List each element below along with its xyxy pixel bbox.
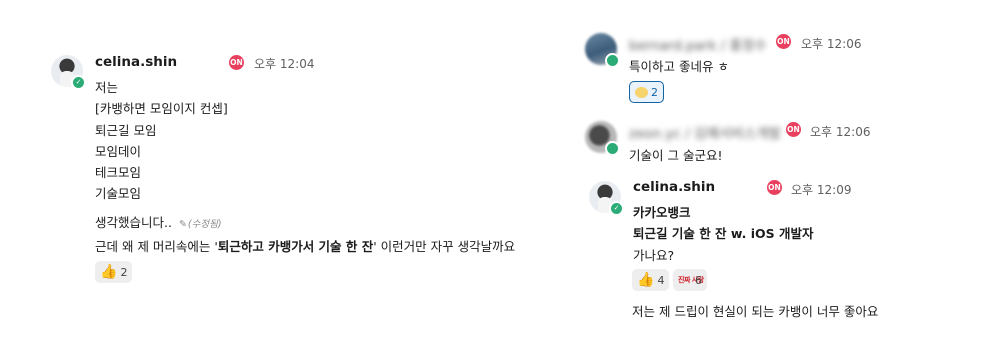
timestamp[interactable]: 오후 12:06 <box>801 35 861 52</box>
message-line-bold: 퇴근길 기술 한 잔 w. iOS 개발자 <box>633 226 814 241</box>
on-status-badge: ON <box>776 34 791 49</box>
message-line: 기술이 그 술군요! <box>629 148 723 163</box>
presence-active-icon: ✓ <box>71 75 86 90</box>
message-line: 가나요? <box>633 248 675 263</box>
thumbs-up-icon: 👍 <box>100 264 118 280</box>
message-line: 모임데이 <box>95 144 142 159</box>
reaction-thumbs-up[interactable]: 👍 4 <box>632 269 670 291</box>
on-status-badge: ON <box>786 122 801 137</box>
edited-label: (수정됨) <box>187 219 222 230</box>
timestamp[interactable]: 오후 12:06 <box>810 123 870 140</box>
sender-name[interactable]: bernard.park / 홍정수 <box>629 34 767 54</box>
sender-name[interactable]: celina.shin <box>633 179 715 195</box>
custom-text-emoji-icon: 진짜 사랑 <box>678 275 704 284</box>
sender-name[interactable]: celina.shin <box>95 54 177 70</box>
reaction-count: 6 <box>695 273 702 287</box>
message-line: 저는 <box>95 80 119 95</box>
reaction-smiley[interactable]: 2 <box>629 81 664 103</box>
message-line: 기술모임 <box>95 186 142 201</box>
sender-name[interactable]: zeon.yc / 김예서비스개발 <box>629 122 781 142</box>
thumbs-up-icon: 👍 <box>637 272 655 288</box>
reaction-count: 2 <box>120 265 128 279</box>
message-text: 근데 왜 제 머리속에는 ' <box>95 239 218 254</box>
message-text: 생각했습니다.. <box>95 215 172 230</box>
reaction-thumbs-up[interactable]: 👍 2 <box>95 261 133 283</box>
presence-active-icon <box>605 141 620 156</box>
reaction-custom-emoji[interactable]: 진짜 사랑 6 <box>673 269 707 291</box>
on-status-badge: ON <box>229 55 244 70</box>
message-line: 퇴근길 모임 <box>95 123 157 138</box>
on-status-badge: ON <box>767 180 782 195</box>
reaction-count: 2 <box>651 85 658 99</box>
timestamp[interactable]: 오후 12:04 <box>254 55 314 72</box>
timestamp[interactable]: 오후 12:09 <box>791 181 851 198</box>
message-line-edited: 생각했습니다.. ✎(수정됨) <box>95 212 222 231</box>
presence-active-icon <box>605 53 620 68</box>
pencil-icon: ✎ <box>178 219 187 230</box>
message-line: 특이하고 좋네유 ㅎ <box>629 59 729 74</box>
reaction-count: 4 <box>657 273 665 287</box>
message-text: ' 이런거만 자꾸 생각날까요 <box>373 239 516 254</box>
message-bold-text: 퇴근하고 카뱅가서 기술 한 잔 <box>217 239 374 254</box>
message-line-bold: 카카오뱅크 <box>633 205 691 220</box>
message-line: [카뱅하면 모임이지 컨셉] <box>95 101 228 116</box>
message-line: 테크모임 <box>95 165 142 180</box>
smiley-face-icon <box>635 86 648 98</box>
presence-active-icon: ✓ <box>609 201 624 216</box>
message-line: 저는 제 드립이 현실이 되는 카뱅이 너무 좋아요 <box>632 304 879 319</box>
message-line-mixed: 근데 왜 제 머리속에는 '퇴근하고 카뱅가서 기술 한 잔' 이런거만 자꾸 … <box>95 236 515 255</box>
